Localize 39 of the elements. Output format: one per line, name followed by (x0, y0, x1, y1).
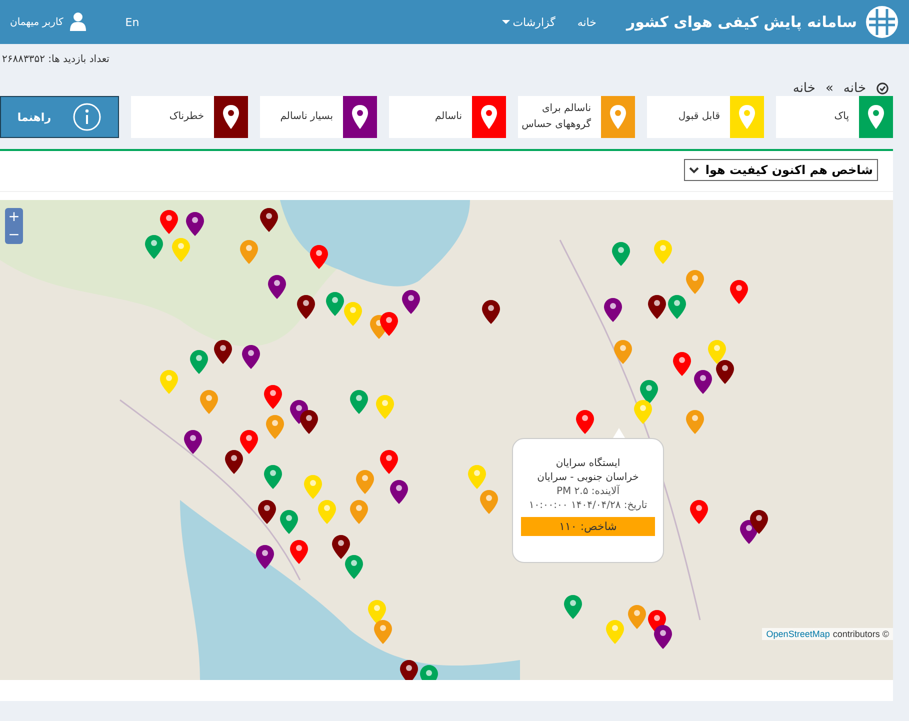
legend-label: خطرناک (169, 110, 205, 124)
user-link[interactable]: کاربر میهمان (10, 12, 88, 32)
zoom-out-button[interactable]: − (5, 226, 23, 244)
map-pin-icon (867, 104, 885, 130)
map-pin-icon (480, 104, 498, 130)
legend-label: ناسالم برای گروههای حساس (522, 102, 592, 132)
legend-label: پاک (834, 110, 850, 124)
index-dropdown[interactable]: شاخص هم اکنون کیفیت هوا (684, 159, 878, 181)
map-pin-icon (738, 104, 756, 130)
nav-link[interactable]: گزارشات (502, 16, 556, 28)
date-text: تاریخ: ۱۴۰۴/۰۴/۲۸ ۱۰:۰۰:۰۰ (528, 499, 648, 513)
check-circle-icon (876, 82, 889, 95)
user-icon (69, 12, 88, 32)
breadcrumb-link[interactable]: خانه (843, 81, 866, 96)
legend-label: بسیار ناسالم (280, 110, 334, 124)
chevron-down-icon (689, 166, 700, 174)
legend-label: قابل قبول (678, 110, 721, 124)
caret-icon (502, 20, 510, 24)
legend-label: ناسالم (435, 110, 463, 124)
attribution-text: contributors © (832, 629, 889, 639)
zoom-in-button[interactable]: + (5, 208, 23, 226)
language-link[interactable]: En (125, 16, 140, 28)
pollutant-text: آلاینده: PM ۲.۵ (555, 485, 621, 499)
breadcrumb-separator: » (825, 81, 834, 96)
visit-counter: تعداد بازدید ها: ۲۶۸۸۳۳۵۲ (2, 54, 110, 65)
station-location: خراسان جنوبی - سرایان (536, 471, 640, 484)
index-value-bar: شاخص: ۱۱۰ (521, 517, 655, 536)
breadcrumb-link[interactable]: خانه (792, 81, 816, 96)
map-pin-icon (351, 104, 369, 130)
info-icon (72, 102, 102, 132)
map-pin-icon (222, 104, 240, 130)
help-button[interactable]: راهنما (0, 96, 119, 138)
map-pin-icon (609, 104, 627, 130)
station-name: ایستگاه سرایان (554, 457, 622, 471)
logo-icon (865, 5, 899, 39)
osm-link[interactable]: OpenStreetMap (766, 629, 830, 639)
popup-pointer (613, 428, 625, 438)
nav-link[interactable]: خانه (577, 16, 596, 28)
site-title: سامانه پایش کیفی هوای کشور (626, 13, 857, 31)
